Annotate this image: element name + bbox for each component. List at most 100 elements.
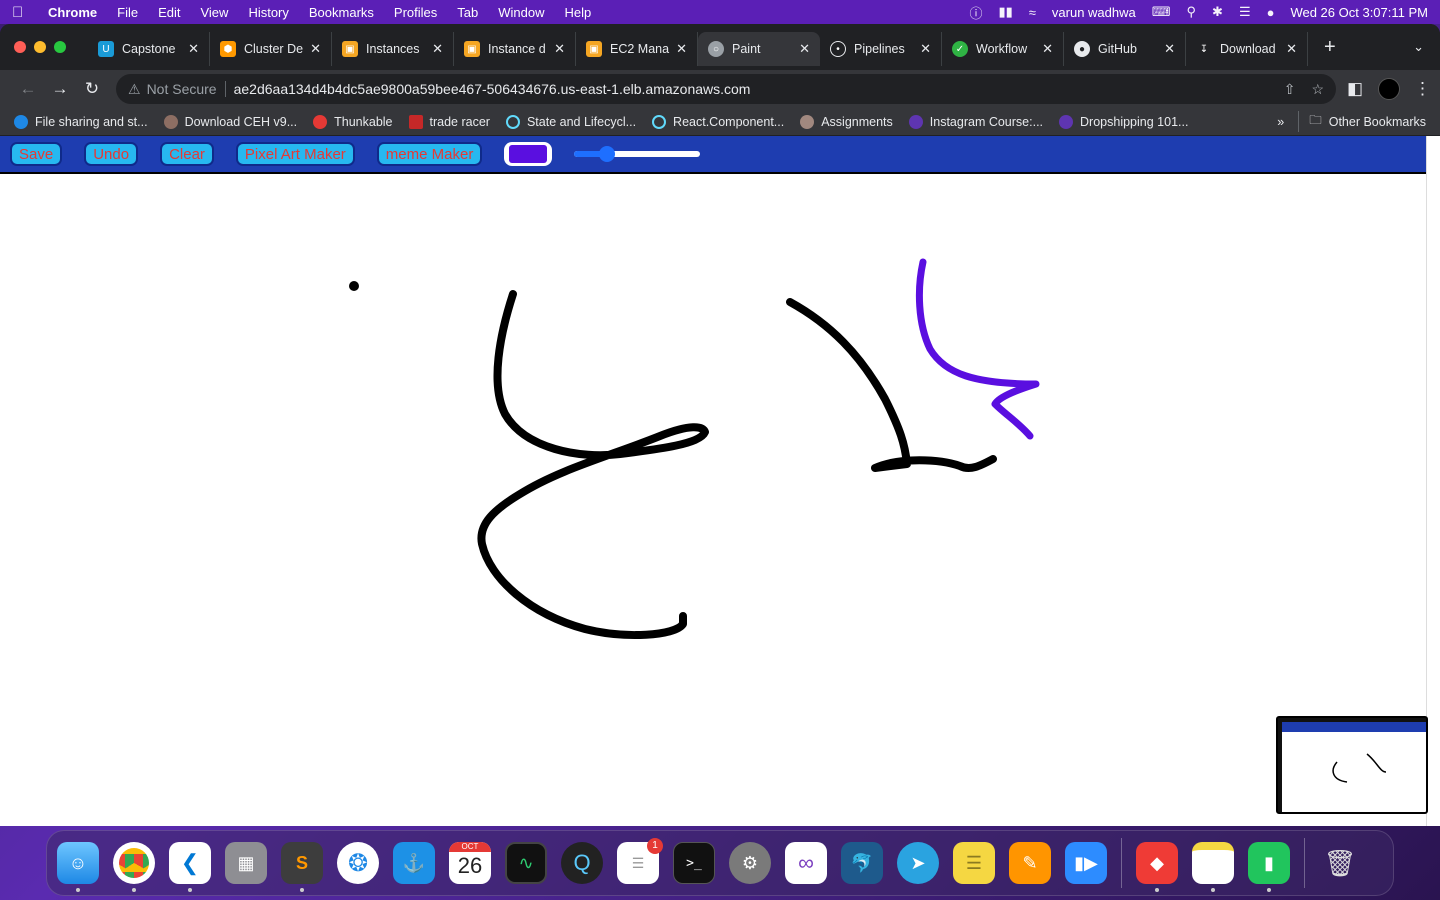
tab-cluster[interactable]: ⬢ Cluster De ✕ bbox=[210, 32, 332, 66]
clock[interactable]: Wed 26 Oct 3:07:11 PM bbox=[1290, 5, 1428, 20]
menu-help[interactable]: Help bbox=[565, 5, 592, 20]
screenshot-preview-thumbnail[interactable] bbox=[1276, 716, 1428, 814]
battery-icon[interactable]: ▮▮ bbox=[998, 4, 1012, 20]
kebab-menu-icon[interactable]: ⋮ bbox=[1414, 79, 1431, 99]
minimize-window-icon[interactable] bbox=[34, 41, 46, 53]
tab-paint[interactable]: ○ Paint ✕ bbox=[698, 32, 820, 66]
star-bookmark-icon[interactable]: ☆ bbox=[1311, 81, 1324, 98]
accessibility-icon[interactable]: ⓘ bbox=[969, 3, 982, 22]
apple-icon[interactable]:  bbox=[12, 4, 28, 21]
tab-pipelines[interactable]: • Pipelines ✕ bbox=[820, 32, 942, 66]
new-tab-icon[interactable]: + bbox=[1324, 36, 1336, 59]
undo-button[interactable]: Undo bbox=[84, 142, 139, 166]
menu-app-name[interactable]: Chrome bbox=[48, 5, 97, 20]
forward-arrow-icon[interactable]: → bbox=[44, 79, 76, 99]
meme-maker-button[interactable]: meme Maker bbox=[376, 142, 483, 166]
sublime-icon[interactable]: S bbox=[281, 842, 323, 892]
bookmark-item[interactable]: Download CEH v9... bbox=[163, 114, 297, 129]
color-picker[interactable] bbox=[504, 142, 553, 166]
other-bookmarks[interactable]: 🗀 Other Bookmarks bbox=[1298, 111, 1426, 132]
wifi-icon[interactable]: ≈ bbox=[1029, 5, 1036, 20]
reminders-icon[interactable]: ☰ 1 bbox=[617, 838, 663, 884]
spotlight-search-icon[interactable]: ⚲ bbox=[1187, 4, 1197, 20]
bookmark-item[interactable]: Instagram Course:... bbox=[908, 114, 1043, 129]
quicktime-icon[interactable]: Q bbox=[561, 842, 603, 884]
close-window-icon[interactable] bbox=[14, 41, 26, 53]
tab-instance-detail[interactable]: ▣ Instance d ✕ bbox=[454, 32, 576, 66]
close-icon[interactable]: ✕ bbox=[188, 41, 199, 57]
menu-edit[interactable]: Edit bbox=[158, 5, 180, 20]
zoom-window-icon[interactable] bbox=[54, 41, 66, 53]
terminal-icon[interactable]: >_ bbox=[673, 842, 715, 884]
menu-window[interactable]: Window bbox=[498, 5, 544, 20]
menu-bookmarks[interactable]: Bookmarks bbox=[309, 5, 374, 20]
tab-capstone[interactable]: U Capstone ✕ bbox=[88, 32, 210, 66]
close-icon[interactable]: ✕ bbox=[554, 41, 565, 57]
bookmarks-overflow[interactable]: » bbox=[1277, 115, 1284, 129]
finder-icon[interactable]: ☺ bbox=[57, 842, 99, 892]
close-icon[interactable]: ✕ bbox=[432, 41, 443, 57]
security-status[interactable]: Not Secure bbox=[147, 81, 226, 97]
page-scrollbar[interactable] bbox=[1426, 136, 1440, 826]
close-icon[interactable]: ✕ bbox=[1042, 41, 1053, 57]
tab-instances[interactable]: ▣ Instances ✕ bbox=[332, 32, 454, 66]
activity-monitor-icon[interactable]: ∿ bbox=[505, 842, 547, 884]
system-preferences-icon[interactable]: ⚙ bbox=[729, 842, 771, 884]
tab-search-chevron-icon[interactable]: ⌄ bbox=[1413, 39, 1424, 55]
close-icon[interactable]: ✕ bbox=[920, 41, 931, 57]
menu-profiles[interactable]: Profiles bbox=[394, 5, 437, 20]
siri-icon[interactable]: ● bbox=[1267, 5, 1275, 20]
tab-workflow[interactable]: ✓ Workflow ✕ bbox=[942, 32, 1064, 66]
reload-icon[interactable]: ↻ bbox=[76, 79, 108, 99]
close-icon[interactable]: ✕ bbox=[1164, 41, 1175, 57]
menu-history[interactable]: History bbox=[248, 5, 288, 20]
menu-file[interactable]: File bbox=[117, 5, 138, 20]
tab-ec2[interactable]: ▣ EC2 Mana ✕ bbox=[576, 32, 698, 66]
menu-view[interactable]: View bbox=[200, 5, 228, 20]
close-icon[interactable]: ✕ bbox=[1286, 41, 1297, 57]
visual-studio-icon[interactable]: ∞ bbox=[785, 842, 827, 884]
clear-button[interactable]: Clear bbox=[160, 142, 214, 166]
warning-icon[interactable]: ⚠ bbox=[128, 81, 141, 98]
zoom-icon[interactable]: ▮▶ bbox=[1065, 842, 1107, 884]
bluetooth-icon[interactable]: ✱ bbox=[1212, 4, 1223, 20]
address-bar[interactable]: ⚠ Not Secure ae2d6aa134d4b4dc5ae9800a59b… bbox=[116, 74, 1336, 104]
bookmark-item[interactable]: React.Component... bbox=[652, 114, 784, 129]
bookmark-item[interactable]: trade racer bbox=[408, 114, 490, 129]
close-icon[interactable]: ✕ bbox=[310, 41, 321, 57]
mysql-workbench-icon[interactable]: 🐬 bbox=[841, 842, 883, 884]
menu-tab[interactable]: Tab bbox=[457, 5, 478, 20]
numbers-icon[interactable]: ▮ bbox=[1248, 842, 1290, 892]
tab-download[interactable]: ↧ Download ✕ bbox=[1186, 32, 1308, 66]
chrome-icon[interactable] bbox=[113, 842, 155, 892]
close-icon[interactable]: ✕ bbox=[799, 41, 810, 57]
telegram-icon[interactable]: ➤ bbox=[897, 842, 939, 884]
calendar-icon[interactable]: OCT 26 bbox=[449, 842, 491, 884]
pages-icon[interactable]: ✎ bbox=[1009, 842, 1051, 884]
drawing-canvas[interactable] bbox=[0, 174, 1426, 826]
notes-icon[interactable] bbox=[1192, 842, 1234, 892]
anydesk-icon[interactable]: ◆ bbox=[1136, 842, 1178, 892]
profile-avatar[interactable] bbox=[1378, 78, 1400, 100]
tab-github[interactable]: ● GitHub ✕ bbox=[1064, 32, 1186, 66]
share-icon[interactable]: ⇧ bbox=[1284, 81, 1296, 98]
bookmark-item[interactable]: Assignments bbox=[800, 114, 893, 129]
brush-size-slider[interactable] bbox=[574, 146, 701, 162]
slider-thumb[interactable] bbox=[598, 146, 615, 162]
control-center-icon[interactable]: ☰ bbox=[1239, 4, 1251, 20]
launchpad-icon[interactable]: ▦ bbox=[225, 842, 267, 884]
close-icon[interactable]: ✕ bbox=[676, 41, 687, 57]
bookmark-item[interactable]: Thunkable bbox=[313, 114, 393, 129]
docker-icon[interactable]: ⚓ bbox=[393, 842, 435, 884]
bookmark-item[interactable]: Dropshipping 101... bbox=[1059, 114, 1188, 129]
keyboard-icon[interactable]: ⌨ bbox=[1152, 4, 1171, 20]
pixel-art-maker-button[interactable]: Pixel Art Maker bbox=[235, 142, 355, 166]
save-button[interactable]: Save bbox=[10, 142, 63, 166]
bookmark-item[interactable]: State and Lifecycl... bbox=[505, 114, 636, 129]
side-panel-icon[interactable]: ◧ bbox=[1346, 79, 1364, 99]
vscode-icon[interactable]: ❮ bbox=[169, 842, 211, 892]
user-name[interactable]: varun wadhwa bbox=[1052, 5, 1136, 20]
safari-icon[interactable]: ❂ bbox=[337, 842, 379, 884]
stickies-icon[interactable]: ☰ bbox=[953, 842, 995, 884]
bookmark-item[interactable]: File sharing and st... bbox=[14, 114, 148, 129]
